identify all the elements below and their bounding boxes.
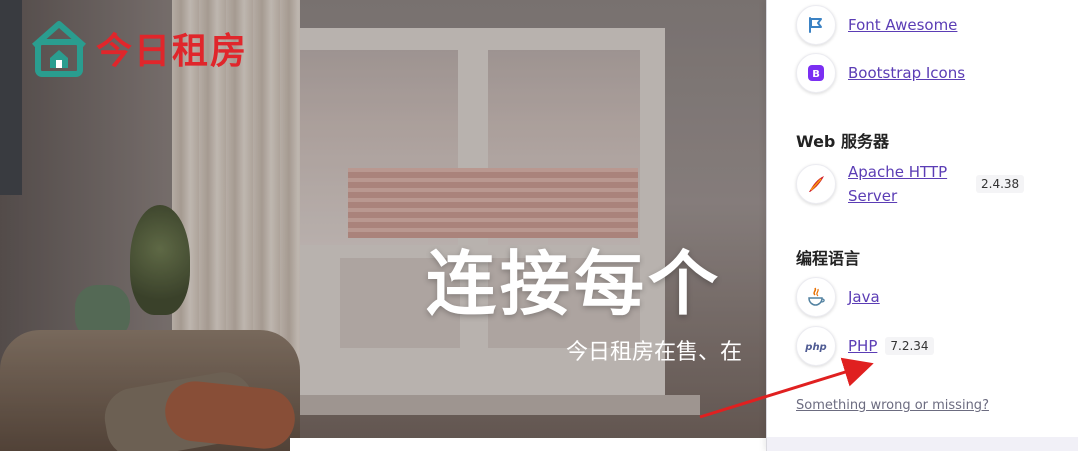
- logo-text: 今日租房: [96, 31, 249, 72]
- tech-link[interactable]: PHP: [848, 334, 877, 358]
- apache-feather-icon: [796, 164, 836, 204]
- tech-link[interactable]: Java: [848, 285, 880, 309]
- svg-text:B: B: [812, 69, 820, 80]
- something-missing-link[interactable]: Something wrong or missing?: [796, 398, 989, 413]
- tech-item-font-awesome[interactable]: Font Awesome: [796, 5, 957, 45]
- svg-text:php: php: [804, 342, 826, 353]
- hero-subline: 今日租房在售、在: [566, 340, 743, 365]
- house-logo-icon: [32, 21, 86, 77]
- tech-item-php[interactable]: php PHP 7.2.34: [796, 326, 934, 366]
- font-awesome-flag-icon: [796, 5, 836, 45]
- bootstrap-b-icon: B: [796, 53, 836, 93]
- section-title-languages: 编程语言: [796, 249, 861, 268]
- tech-item-java[interactable]: Java: [796, 277, 880, 317]
- php-logo-icon: php: [796, 326, 836, 366]
- site-logo[interactable]: 今日租房: [28, 18, 248, 78]
- tech-detector-panel: Font Awesome B Bootstrap Icons Web 服务器 A…: [766, 0, 1078, 451]
- tech-item-apache[interactable]: Apache HTTP Server 2.4.38: [796, 160, 1025, 208]
- tech-link[interactable]: Font Awesome: [848, 13, 957, 37]
- search-bar[interactable]: [290, 438, 766, 451]
- java-cup-icon: [796, 277, 836, 317]
- website-hero: 今日租房 连接每个 今日租房在售、在: [0, 0, 766, 451]
- tech-link[interactable]: Apache HTTP Server: [848, 160, 968, 208]
- version-badge: 2.4.38: [976, 175, 1025, 193]
- hero-headline: 连接每个: [426, 243, 722, 325]
- section-title-web-servers: Web 服务器: [796, 132, 889, 151]
- panel-footer: [767, 437, 1078, 451]
- version-badge: 7.2.34: [885, 337, 934, 355]
- tech-link[interactable]: Bootstrap Icons: [848, 61, 965, 85]
- tech-item-bootstrap-icons[interactable]: B Bootstrap Icons: [796, 53, 965, 93]
